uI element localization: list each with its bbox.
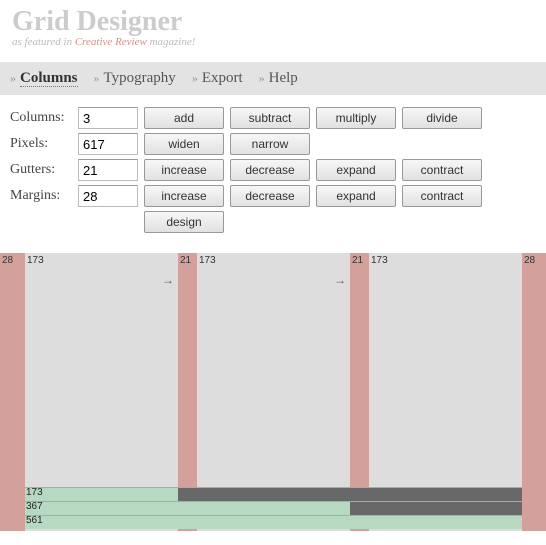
subtract-button[interactable]: subtract xyxy=(230,107,310,129)
column-width-label: 173 xyxy=(27,255,44,266)
margin-contract-button[interactable]: contract xyxy=(402,185,482,207)
sum-label: 173 xyxy=(26,487,43,498)
margin-decrease-button[interactable]: decrease xyxy=(230,185,310,207)
sum-label: 561 xyxy=(26,515,43,526)
pixels-label: Pixels: xyxy=(10,136,72,152)
chevron-right-icon: » xyxy=(10,71,16,85)
tab-help[interactable]: » Help xyxy=(259,70,298,87)
controls-panel: Columns: add subtract multiply divide Pi… xyxy=(0,95,546,245)
sum-bar-1: 173 xyxy=(0,487,546,501)
arrow-right-icon: → xyxy=(334,273,346,287)
tab-label: Export xyxy=(202,70,243,86)
sum-label: 367 xyxy=(26,501,43,512)
tagline-magazine: Creative Review xyxy=(75,36,147,48)
tagline-pre: as featured in xyxy=(12,36,75,48)
gutter-increase-button[interactable]: increase xyxy=(144,159,224,181)
sum-bar-3: 561 xyxy=(0,515,546,529)
nav-bar: » Columns » Typography » Export » Help xyxy=(0,62,546,95)
grid-preview: 28 173 → 21 173 → 21 173 28 173 367 561 xyxy=(0,253,546,531)
gutter-contract-button[interactable]: contract xyxy=(402,159,482,181)
chevron-right-icon: » xyxy=(192,71,198,85)
app-title: Grid Designer xyxy=(12,6,534,38)
columns-label: Columns: xyxy=(10,110,72,126)
column-width-label: 173 xyxy=(199,255,216,266)
narrow-button[interactable]: narrow xyxy=(230,133,310,155)
gutters-label: Gutters: xyxy=(10,162,72,178)
gutter-width-label: 21 xyxy=(352,255,363,266)
tab-label: Columns xyxy=(20,70,78,87)
tab-columns[interactable]: » Columns xyxy=(10,70,78,87)
column-width-label: 173 xyxy=(371,255,388,266)
multiply-button[interactable]: multiply xyxy=(316,107,396,129)
margins-label: Margins: xyxy=(10,188,72,204)
tab-export[interactable]: » Export xyxy=(192,70,243,87)
gutter-expand-button[interactable]: expand xyxy=(316,159,396,181)
tab-label: Help xyxy=(269,70,298,86)
margin-increase-button[interactable]: increase xyxy=(144,185,224,207)
gutters-input[interactable] xyxy=(78,159,138,181)
arrow-right-icon: → xyxy=(162,273,174,287)
columns-input[interactable] xyxy=(78,107,138,129)
margin-expand-button[interactable]: expand xyxy=(316,185,396,207)
chevron-right-icon: » xyxy=(94,71,100,85)
divide-button[interactable]: divide xyxy=(402,107,482,129)
sum-bar-2: 367 xyxy=(0,501,546,515)
tagline-post: magazine! xyxy=(147,36,196,48)
tab-typography[interactable]: » Typography xyxy=(94,70,176,87)
margins-input[interactable] xyxy=(78,185,138,207)
gutter-width-label: 21 xyxy=(180,255,191,266)
tab-label: Typography xyxy=(104,70,176,86)
chevron-right-icon: » xyxy=(259,71,265,85)
margin-width-label: 28 xyxy=(2,255,13,266)
design-button[interactable]: design xyxy=(144,211,224,233)
pixels-input[interactable] xyxy=(78,133,138,155)
gutter-decrease-button[interactable]: decrease xyxy=(230,159,310,181)
margin-width-label: 28 xyxy=(524,255,535,266)
tagline: as featured in Creative Review magazine! xyxy=(12,36,534,48)
widen-button[interactable]: widen xyxy=(144,133,224,155)
add-button[interactable]: add xyxy=(144,107,224,129)
